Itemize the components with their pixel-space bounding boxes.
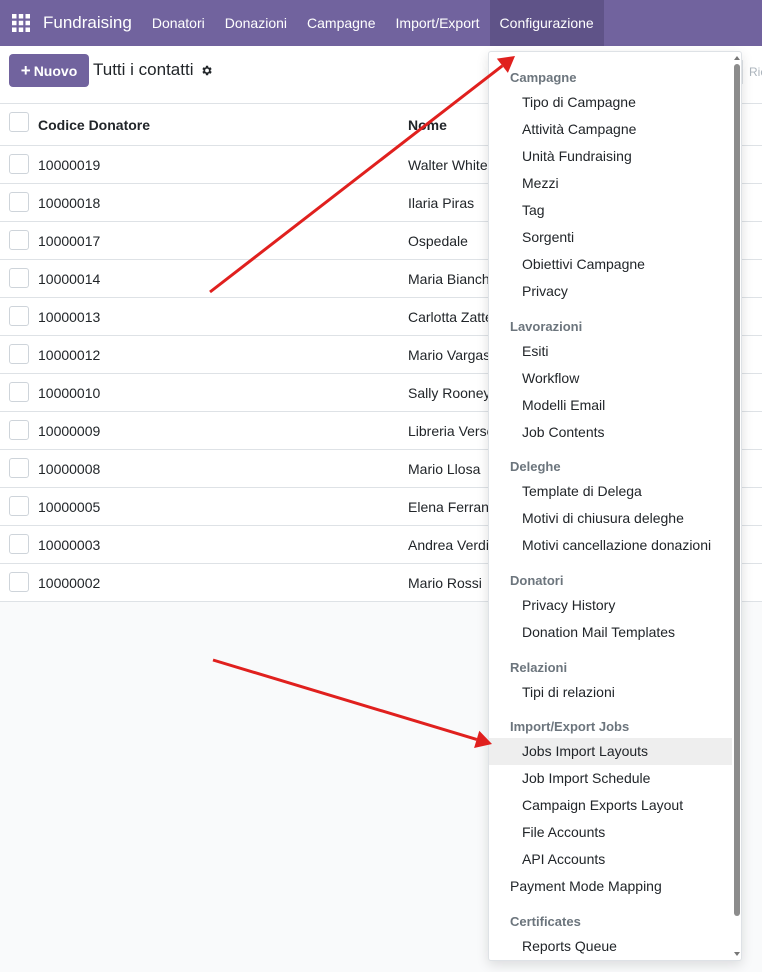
donor-name: Andrea Verdi [408,537,489,553]
select-all-checkbox[interactable] [9,112,29,132]
donor-name: Ospedale [408,233,468,249]
row-checkbox[interactable] [9,420,29,440]
donor-name: Mario Vargas [408,347,490,363]
dropdown-section-header: Deleghe [510,459,561,474]
dropdown-menu-item[interactable]: Workflow [489,365,732,392]
dropdown-menu-item[interactable]: Reports Queue [489,933,732,960]
donor-name: Mario Llosa [408,461,481,477]
dropdown-menu-item[interactable]: Tipi di relazioni [489,679,732,706]
donor-code: 10000005 [38,499,101,515]
nav-import-export[interactable]: Import/Export [386,0,490,46]
dropdown-menu-item[interactable]: Donation Mail Templates [489,619,732,646]
configurazione-dropdown: Campagne Tipo di Campagne Attività Campagn… [488,51,742,961]
search-input[interactable]: Ric [742,60,762,84]
donor-code: 10000012 [38,347,101,363]
scroll-down-icon[interactable] [734,952,740,956]
donor-name: Ilaria Piras [408,195,475,211]
row-checkbox[interactable] [9,344,29,364]
plus-icon: + [20,60,31,80]
donor-code: 10000003 [38,537,101,553]
donor-name: Carlotta Zatterin [408,309,490,325]
donor-code: 10000002 [38,575,101,591]
donor-code: 10000017 [38,233,101,249]
dropdown-menu-item[interactable]: API Accounts [489,846,732,873]
dropdown-menu-item[interactable]: Jobs Import Layouts [489,738,732,765]
new-button-label: Nuovo [33,62,78,79]
dropdown-section-header: Relazioni [510,660,568,675]
row-checkbox[interactable] [9,382,29,402]
donor-code: 10000009 [38,423,101,439]
dropdown-menu-item[interactable]: Attività Campagne [489,116,732,143]
dropdown-menu-item[interactable]: Privacy [489,278,732,305]
donor-name: Sally Rooney [408,385,490,401]
annotation-arrow-jobs-import-line [212,658,478,741]
dropdown-menu-item[interactable]: Tag [489,197,732,224]
dropdown-menu-item[interactable]: Tipo di Campagne [489,89,732,116]
scroll-thumb[interactable] [734,64,740,916]
dropdown-section-header: Lavorazioni [510,319,583,334]
top-navbar: Fundraising Donatori Donazioni Campagne … [0,0,762,46]
row-checkbox[interactable] [9,572,29,592]
row-checkbox[interactable] [9,496,29,516]
scroll-up-icon[interactable] [734,56,740,60]
column-header-name[interactable]: Nome [408,104,490,146]
row-checkbox[interactable] [9,534,29,554]
donor-code: 10000013 [38,309,101,325]
donor-code: 10000008 [38,461,101,477]
donor-name: Elena Ferrante [408,499,490,515]
dropdown-menu-item[interactable]: Job Import Schedule [489,765,732,792]
dropdown-menu-item[interactable]: Esiti [489,338,732,365]
dropdown-menu-item[interactable]: Privacy History [489,592,732,619]
dropdown-menu-item[interactable]: Modelli Email [489,392,732,419]
grid-icon[interactable] [0,0,42,46]
breadcrumb-title: Tutti i contatti [93,60,194,79]
dropdown-menu-item[interactable]: Mezzi [489,170,732,197]
donor-code: 10000010 [38,385,101,401]
dropdown-menu-item[interactable]: Motivi di chiusura deleghe [489,505,732,532]
nav-donazioni[interactable]: Donazioni [215,0,297,46]
dropdown-section-header: Campagne [510,70,577,85]
dropdown-menu-item[interactable]: File Accounts [489,819,732,846]
row-checkbox[interactable] [9,458,29,478]
donor-name: Mario Rossi [408,575,482,591]
row-checkbox[interactable] [9,154,29,174]
dropdown-section-header: Donatori [510,573,564,588]
app-brand[interactable]: Fundraising [42,13,142,33]
dropdown-section-header: Import/Export Jobs [510,719,630,734]
row-checkbox[interactable] [9,230,29,250]
donor-code: 10000018 [38,195,101,211]
donor-code: 10000019 [38,157,101,173]
donor-code: 10000014 [38,271,101,287]
nav-campagne[interactable]: Campagne [297,0,386,46]
donor-name: Walter White [408,157,488,173]
breadcrumb: Tutti i contatti [93,60,213,80]
dropdown-menu-item[interactable]: Template di Delega [489,478,732,505]
dropdown-menu-item[interactable]: Motivi cancellazione donazioni [489,532,732,559]
donor-name: Libreria Verso [408,423,490,439]
row-checkbox[interactable] [9,268,29,288]
dropdown-menu-item[interactable]: Sorgenti [489,224,732,251]
nav-donatori[interactable]: Donatori [142,0,215,46]
row-checkbox[interactable] [9,306,29,326]
dropdown-menu-item[interactable]: Obiettivi Campagne [489,251,732,278]
dropdown-menu-item[interactable]: Unità Fundraising [489,143,732,170]
new-button[interactable]: + Nuovo [9,54,89,87]
dropdown-menu-item[interactable]: Campaign Exports Layout [489,792,732,819]
dropdown-menu-item[interactable]: Job Contents [489,419,732,446]
dropdown-scrollbar[interactable] [732,52,741,960]
donor-name: Maria Bianchi [408,271,490,287]
dropdown-menu-item[interactable]: Payment Mode Mapping [489,873,732,900]
nav-configurazione[interactable]: Configurazione [489,0,604,46]
row-checkbox[interactable] [9,192,29,212]
dropdown-section-header: Certificates [510,914,581,929]
column-header-code[interactable]: Codice Donatore [38,104,150,146]
gear-icon[interactable] [200,64,213,77]
